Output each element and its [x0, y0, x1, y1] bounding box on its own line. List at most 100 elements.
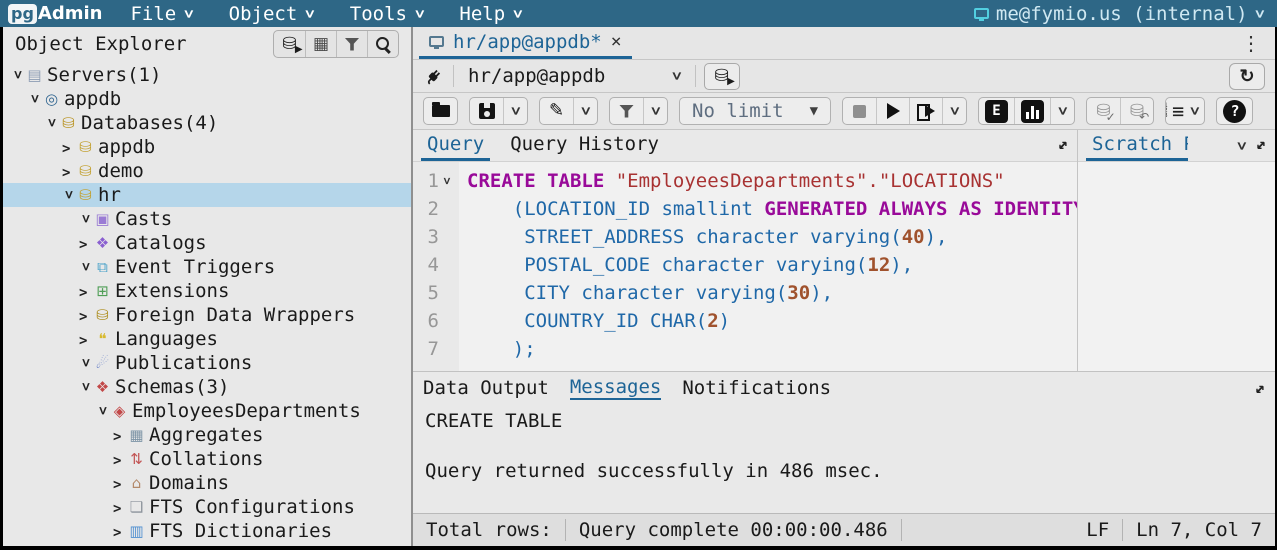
- tree-item-label: Languages: [115, 328, 218, 350]
- collapse-icon[interactable]: >: [44, 119, 60, 132]
- execute-menu-button[interactable]: >: [942, 98, 966, 124]
- explain-analyze-button[interactable]: [1014, 98, 1050, 124]
- save-menu-button[interactable]: >: [503, 98, 527, 124]
- line-number: 3: [413, 226, 439, 248]
- server-group-icon: ▤: [24, 68, 45, 83]
- expand-icon[interactable]: >: [79, 333, 92, 349]
- tree-item-foreign-data-wrappers[interactable]: >⛁Foreign Data Wrappers: [3, 303, 411, 327]
- tab-data-output[interactable]: Data Output: [423, 377, 549, 399]
- macros-button[interactable]: ≡>: [1166, 98, 1204, 124]
- filter-button[interactable]: [336, 31, 367, 57]
- tab-query[interactable]: Query: [421, 130, 490, 161]
- tree-item-fts-dictionaries[interactable]: >▥FTS Dictionaries: [3, 519, 411, 543]
- expand-icon[interactable]: >: [113, 477, 126, 493]
- tree-item-label: Extensions: [115, 280, 229, 302]
- new-connection-button[interactable]: ⛁▶: [704, 63, 740, 90]
- add-database-button[interactable]: ⛁▶: [274, 31, 305, 57]
- pgadmin-window: pgAdmin File> Object> Tools> Help> me@fy…: [0, 0, 1277, 550]
- commit-button[interactable]: ⛁✓: [1087, 98, 1120, 124]
- tree-item-casts[interactable]: >▣Casts: [3, 207, 411, 231]
- tree-item-appdb[interactable]: >◎appdb: [3, 87, 411, 111]
- editor-tab-bar: hr/app@appdb* × ⋮: [413, 27, 1275, 60]
- tree-item-databases-4-[interactable]: >⛁Databases(4): [3, 111, 411, 135]
- explain-button[interactable]: E: [979, 98, 1014, 124]
- tree-item-languages[interactable]: >❝Languages: [3, 327, 411, 351]
- kebab-menu-icon[interactable]: ⋮: [1227, 27, 1275, 59]
- filter-menu-button[interactable]: >: [643, 98, 667, 124]
- row-limit-select[interactable]: No limit ▼: [680, 98, 830, 124]
- expand-icon[interactable]: >: [79, 285, 92, 301]
- grid-view-button[interactable]: ▦: [305, 31, 336, 57]
- collapse-icon[interactable]: >: [78, 359, 94, 372]
- tree-item-catalogs[interactable]: >❖Catalogs: [3, 231, 411, 255]
- tree-item-aggregates[interactable]: >▦Aggregates: [3, 423, 411, 447]
- menu-file[interactable]: File>: [130, 3, 192, 25]
- collapse-icon[interactable]: >: [78, 383, 94, 396]
- status-bar: Total rows: Query complete 00:00:00.486 …: [413, 513, 1275, 546]
- tab-messages[interactable]: Messages: [570, 376, 662, 400]
- schema-icon: ◈: [109, 404, 130, 419]
- expand-icon[interactable]: >: [79, 309, 92, 325]
- maximize-icon[interactable]: ↔: [1250, 379, 1269, 398]
- edit-button[interactable]: ✎: [540, 98, 573, 124]
- save-button[interactable]: [470, 98, 503, 124]
- help-button[interactable]: ?: [1217, 98, 1252, 124]
- rollback-button[interactable]: ⛁↶: [1120, 98, 1153, 124]
- connection-status-button[interactable]: [413, 60, 453, 92]
- tree-item-label: Schemas(3): [115, 376, 229, 398]
- chevron-down-icon[interactable]: >: [1233, 141, 1250, 149]
- tree-item-employeesdepartments[interactable]: >◈EmployeesDepartments: [3, 399, 411, 423]
- execute-button[interactable]: [876, 98, 909, 124]
- sql-code-area[interactable]: CREATE TABLE "EmployeesDepartments"."LOC…: [459, 162, 1077, 371]
- expand-icon[interactable]: >: [113, 501, 126, 517]
- cancel-query-button[interactable]: [843, 98, 876, 124]
- tree-item-event-triggers[interactable]: >⧉Event Triggers: [3, 255, 411, 279]
- tree-item-schemas-3-[interactable]: >❖Schemas(3): [3, 375, 411, 399]
- query-tool-tab[interactable]: hr/app@appdb* ×: [419, 27, 632, 59]
- scratch-pad-input[interactable]: [1078, 162, 1275, 371]
- tree-item-servers-1-[interactable]: >▤Servers(1): [3, 63, 411, 87]
- collapse-icon[interactable]: >: [78, 263, 94, 276]
- search-button[interactable]: [367, 31, 398, 57]
- open-file-button[interactable]: [424, 98, 457, 124]
- languages-icon: ❝: [92, 332, 113, 347]
- expand-icon[interactable]: >: [62, 165, 75, 181]
- explain-menu-button[interactable]: >: [1050, 98, 1074, 124]
- connection-select[interactable]: hr/app@appdb >: [454, 60, 695, 92]
- workstation-icon: [974, 8, 989, 19]
- tree-item-fts-configurations[interactable]: >❏FTS Configurations: [3, 495, 411, 519]
- collapse-icon[interactable]: >: [61, 191, 77, 204]
- expand-icon[interactable]: >: [113, 453, 126, 469]
- tree-item-demo[interactable]: >⛁demo: [3, 159, 411, 183]
- filter-rows-button[interactable]: [610, 98, 643, 124]
- collapse-icon[interactable]: >: [27, 95, 43, 108]
- tree-item-publications[interactable]: >☄Publications: [3, 351, 411, 375]
- refresh-button[interactable]: ↻: [1229, 63, 1265, 90]
- collapse-icon[interactable]: >: [10, 71, 26, 84]
- filter-icon: [619, 105, 634, 118]
- menu-tools[interactable]: Tools>: [350, 3, 424, 25]
- tab-scratch-pad[interactable]: Scratch Pad: [1086, 130, 1188, 161]
- execute-script-button[interactable]: [909, 98, 942, 124]
- tree-item-collations[interactable]: >⇅Collations: [3, 447, 411, 471]
- tab-query-history[interactable]: Query History: [504, 130, 665, 161]
- close-icon[interactable]: ×: [611, 33, 622, 51]
- menu-help[interactable]: Help>: [459, 3, 521, 25]
- tree-item-hr[interactable]: >⛁hr: [3, 183, 411, 207]
- tab-notifications[interactable]: Notifications: [682, 377, 831, 399]
- expand-icon[interactable]: >: [113, 429, 126, 445]
- collapse-icon[interactable]: >: [95, 407, 111, 420]
- collapse-icon[interactable]: >: [78, 215, 94, 228]
- expand-icon[interactable]: >: [79, 237, 92, 253]
- expand-icon[interactable]: >: [62, 141, 75, 157]
- tree-item-appdb[interactable]: >⛁appdb: [3, 135, 411, 159]
- account-menu[interactable]: me@fymio.us (internal) >: [974, 3, 1263, 25]
- maximize-icon[interactable]: ↔: [1053, 136, 1072, 155]
- expand-icon[interactable]: >: [113, 525, 126, 541]
- fold-icon[interactable]: >: [440, 173, 454, 189]
- edit-menu-button[interactable]: >: [573, 98, 597, 124]
- menu-object[interactable]: Object>: [229, 3, 314, 25]
- tree-item-domains[interactable]: >⌂Domains: [3, 471, 411, 495]
- tree-item-extensions[interactable]: >⊞Extensions: [3, 279, 411, 303]
- maximize-icon[interactable]: ↔: [1251, 136, 1270, 155]
